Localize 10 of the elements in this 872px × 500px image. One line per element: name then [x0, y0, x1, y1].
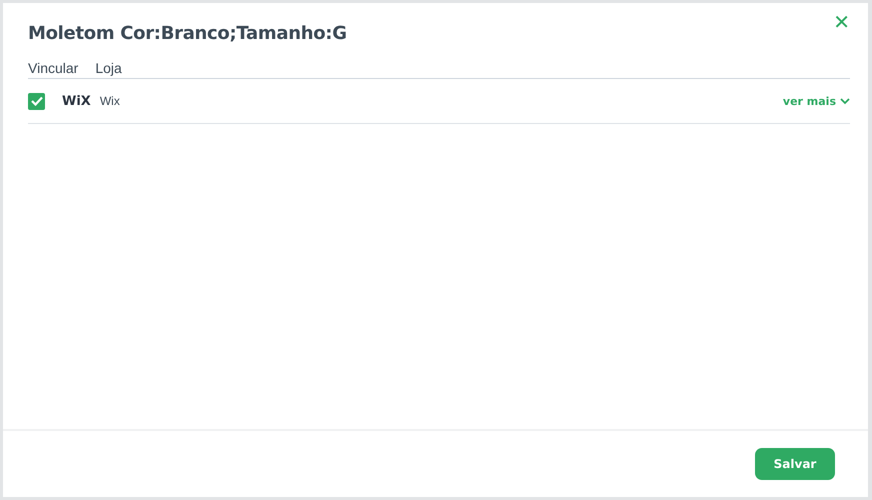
store-name: Wix [100, 94, 120, 108]
column-header: Vincular [28, 60, 78, 76]
store-logo: WiX [62, 94, 91, 108]
chevron-icon [840, 98, 850, 104]
save-button[interactable]: Salvar [755, 448, 835, 480]
modal-title: Moletom Cor:Branco;Tamanho:G [28, 23, 347, 44]
close-button[interactable]: ✕ [833, 12, 850, 32]
see-more-link[interactable]: ver mais [782, 94, 850, 108]
checkbox[interactable] [28, 92, 45, 110]
column-header: Loja [95, 60, 122, 76]
